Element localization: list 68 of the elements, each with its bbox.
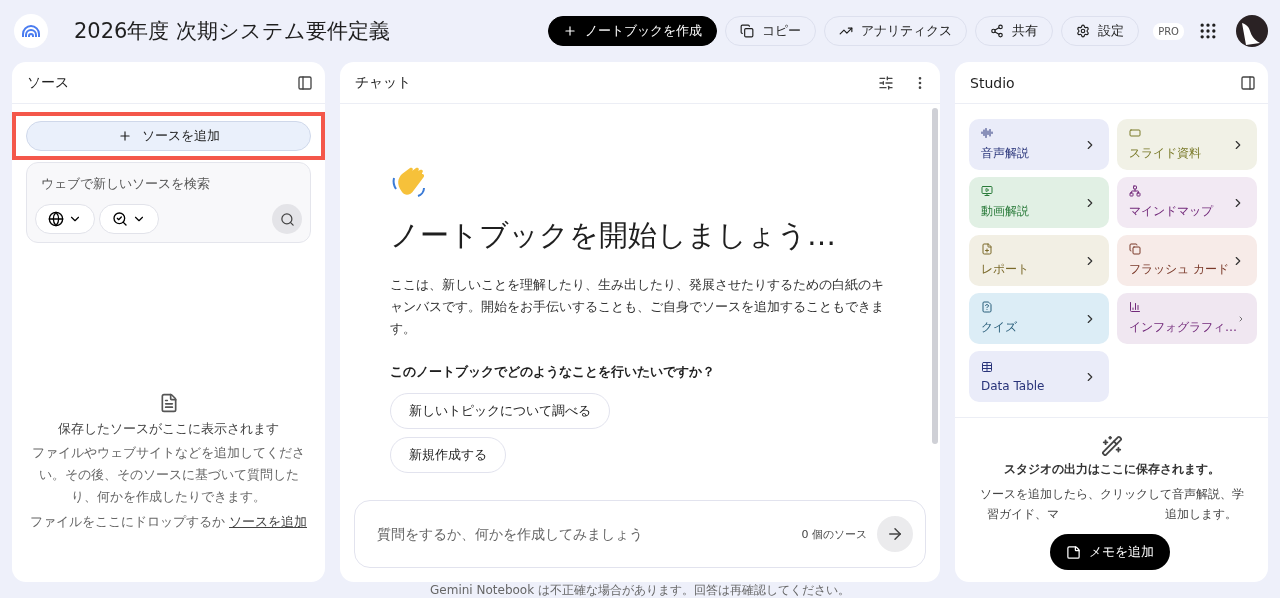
intro-text: ここは、新しいことを理解したり、生み出したり、発展させたりするための白紙のキャンバスです。開始をお手伝いすることも、ご自身でソースを追加することもできます。 <box>390 276 885 338</box>
plus-icon <box>563 24 578 38</box>
stacked-cards-icon <box>1129 243 1141 255</box>
avatar[interactable] <box>1236 15 1268 47</box>
empty-description: 追加します。 <box>1164 506 1237 523</box>
globe-icon <box>48 211 64 227</box>
magic-wand-icon <box>1100 435 1123 457</box>
table-icon <box>981 360 993 373</box>
studio-tile[interactable]: スライド資料 <box>1117 119 1257 170</box>
send-button[interactable] <box>877 516 913 552</box>
source-count: 0 個のソース <box>801 526 867 542</box>
empty-title: 保存したソースがここに表示されます <box>58 421 279 438</box>
panel-title: Studio <box>970 74 1015 91</box>
panel-toggle-icon[interactable] <box>1240 74 1256 91</box>
studio-tile[interactable]: レポート <box>969 235 1109 286</box>
toolbar-button[interactable]: ノートブックを作成 <box>548 16 718 46</box>
note-icon <box>1066 544 1081 560</box>
notebook-title: 2026年度 次期システム要件定義 <box>74 18 392 45</box>
studio-tile[interactable]: マインドマップ <box>1117 177 1257 228</box>
tune-icon[interactable] <box>878 74 894 91</box>
add-source-button[interactable]: ソースを追加 <box>26 121 311 151</box>
plus-icon <box>117 129 132 143</box>
search-icon <box>279 211 295 227</box>
studio-tile[interactable]: Data Table <box>969 351 1109 402</box>
copy-icon <box>740 24 755 38</box>
arrow-right-icon <box>886 525 904 543</box>
toolbar-button[interactable]: コピー <box>725 16 817 46</box>
pro-badge: PRO <box>1153 22 1184 40</box>
magnifier-icon <box>112 211 128 227</box>
question-text: このノートブックでどのようなことを行いたいですか？ <box>390 364 716 381</box>
research-mode-dropdown[interactable] <box>99 204 159 234</box>
apps-grid-icon[interactable] <box>1198 21 1218 41</box>
search-button[interactable] <box>272 204 302 234</box>
panel-toggle-icon[interactable] <box>297 74 313 91</box>
settings-icon <box>1076 24 1091 38</box>
panel-title: ソース <box>27 73 69 92</box>
play-screen-icon <box>981 185 993 197</box>
bar-chart-icon <box>1129 301 1141 313</box>
toolbar-button[interactable]: 共有 <box>975 16 1054 46</box>
search-field[interactable]: ウェブで新しいソースを検索 <box>35 176 302 191</box>
suggestion-chip[interactable]: 新規作成する <box>390 437 506 473</box>
document-plus-icon <box>981 243 993 255</box>
sound-wave-icon <box>981 127 993 139</box>
app-logo <box>14 14 48 48</box>
add-source-link[interactable]: ソースを追加 <box>229 512 307 532</box>
studio-tile[interactable]: フラッシュ カード <box>1117 235 1257 286</box>
question-document-icon <box>981 301 993 313</box>
studio-tile[interactable]: インフォグラフィ… <box>1117 293 1257 344</box>
add-note-button[interactable]: メモを追加 <box>1050 534 1170 570</box>
studio-tile[interactable]: 動画解説 <box>969 177 1109 228</box>
empty-description: ファイルやウェブサイトなどを追加してください。その後、そのソースに基づいて質問したり、何かを作成したりできます。 <box>31 444 306 506</box>
studio-tile[interactable]: 音声解説 <box>969 119 1109 170</box>
suggestion-chip[interactable]: 新しいトピックについて調べる <box>390 393 610 429</box>
nodes-icon <box>1129 185 1141 197</box>
chat-input[interactable]: 質問をするか、何かを作成してみましょう 0 個のソース <box>354 500 926 568</box>
studio-tile[interactable]: クイズ <box>969 293 1109 344</box>
toolbar-button[interactable]: 設定 <box>1061 16 1140 46</box>
empty-title: スタジオの出力はここに保存されます。 <box>1003 461 1220 478</box>
rectangle-icon <box>1129 127 1141 139</box>
empty-description: ソースを追加したら、クリックして音声解説、学 <box>979 486 1244 503</box>
welcome-heading: ノートブックを開始しましょう… <box>390 217 837 254</box>
panel-title: チャット <box>355 73 411 92</box>
empty-description: 習ガイド、マ <box>986 506 1059 523</box>
disclaimer: Gemini Notebook は不正確な場合があります。回答は再確認してください。 <box>429 582 851 598</box>
share-icon <box>990 24 1005 38</box>
globe-dropdown[interactable] <box>35 204 95 234</box>
toolbar-button[interactable]: アナリティクス <box>824 16 968 46</box>
drop-hint: ファイルをここにドロップするか <box>30 513 225 531</box>
